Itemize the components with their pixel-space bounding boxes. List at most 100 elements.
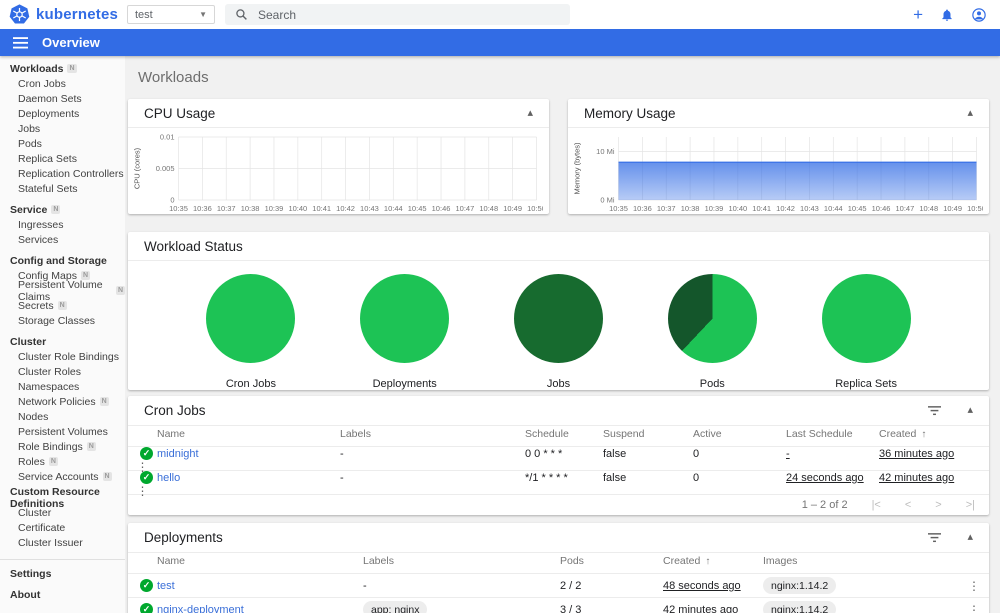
svg-text:10:43: 10:43	[800, 204, 819, 213]
sidebar-item-replication-controllers[interactable]: Replication Controllers	[0, 166, 125, 181]
collapse-caret-icon[interactable]: ▴	[967, 532, 973, 543]
created-link[interactable]: 36 minutes ago	[879, 448, 954, 460]
create-resource-button[interactable]: +	[913, 6, 923, 23]
sidebar-group-header-service[interactable]: Service N	[0, 202, 125, 217]
sidebar-item-daemon-sets[interactable]: Daemon Sets	[0, 91, 125, 106]
memory-usage-card: Memory Usage ▴ 10:35 10:36 10:37 10:38 10:39…	[568, 99, 989, 214]
sidebar-item-cluster-role-bindings[interactable]: Cluster Role Bindings	[0, 349, 125, 364]
filter-icon[interactable]	[928, 532, 942, 543]
sidebar-item-settings[interactable]: Settings	[0, 566, 125, 581]
sidebar-item-persistent-volumes[interactable]: Persistent Volumes	[0, 424, 125, 439]
pagination-range-label: 1 – 2 of 2	[801, 499, 848, 511]
primary-nav-bar: Overview	[0, 29, 1000, 56]
created-link[interactable]: 48 seconds ago	[663, 580, 741, 592]
svg-text:10:44: 10:44	[384, 204, 403, 213]
sidebar-item-jobs[interactable]: Jobs	[0, 121, 125, 136]
last-page-icon[interactable]: >|	[966, 499, 975, 511]
workload-pie-cron-jobs: Cron Jobs	[191, 274, 311, 390]
sidebar-item-ingresses[interactable]: Ingresses	[0, 217, 125, 232]
header-cell-labels[interactable]: Labels	[363, 555, 560, 567]
deployments-table: Name Labels Pods Created ↑ Images ✓ test - 2 / 2 4…	[128, 552, 989, 613]
collapse-caret-icon[interactable]: ▴	[967, 107, 973, 119]
header-cell-images[interactable]: Images	[763, 555, 959, 567]
sidebar-item-role-bindings[interactable]: Role Bindings N	[0, 439, 125, 454]
svg-text:10:37: 10:37	[217, 204, 236, 213]
row-menu-kebab-icon[interactable]: ⋮	[959, 603, 989, 613]
header-cell-created[interactable]: Created ↑	[663, 555, 763, 567]
sidebar-group-header-workloads[interactable]: Workloads N	[0, 61, 125, 76]
svg-text:10:48: 10:48	[919, 204, 938, 213]
sidebar-item-deployments[interactable]: Deployments	[0, 106, 125, 121]
sidebar-item-label: Cluster Role Bindings	[18, 350, 119, 363]
sidebar-group-header-config-and-storage[interactable]: Config and Storage	[0, 253, 125, 268]
collapse-caret-icon[interactable]: ▴	[527, 107, 533, 119]
sidebar-group-header-custom-resource-definitions[interactable]: Custom Resource Definitions	[0, 486, 125, 510]
header-cell-created[interactable]: Created ↑	[879, 428, 959, 440]
sidebar-group-header-cluster[interactable]: Cluster	[0, 334, 125, 349]
namespaced-badge: N	[67, 64, 77, 73]
created-cell: 48 seconds ago	[663, 580, 763, 592]
sidebar-item-services[interactable]: Services	[0, 232, 125, 247]
header-cell-suspend[interactable]: Suspend	[603, 428, 693, 440]
header-cell-pods[interactable]: Pods	[560, 555, 663, 567]
svg-text:0: 0	[170, 196, 174, 205]
cronjob-name-link[interactable]: midnight	[157, 448, 340, 460]
search-input[interactable]	[258, 7, 518, 22]
sidebar-item-stateful-sets[interactable]: Stateful Sets	[0, 181, 125, 196]
sidebar-item-namespaces[interactable]: Namespaces	[0, 379, 125, 394]
sidebar-item-cron-jobs[interactable]: Cron Jobs	[0, 76, 125, 91]
filter-icon[interactable]	[928, 405, 942, 416]
namespace-selector[interactable]: test ▼	[127, 5, 215, 24]
kubernetes-logo[interactable]: kubernetes	[9, 4, 121, 25]
created-link[interactable]: 42 minutes ago	[663, 604, 738, 613]
cronjob-name-link[interactable]: hello	[157, 472, 340, 484]
header-cell-name[interactable]: Name	[157, 555, 363, 567]
sidebar-item-roles[interactable]: Roles N	[0, 454, 125, 469]
next-page-icon[interactable]: >	[935, 499, 941, 511]
created-link[interactable]: 42 minutes ago	[879, 472, 954, 484]
sidebar-item-cluster-roles[interactable]: Cluster Roles	[0, 364, 125, 379]
pie-chart[interactable]	[206, 274, 296, 363]
sidebar-item-network-policies[interactable]: Network Policies N	[0, 394, 125, 409]
header-cell-last-schedule[interactable]: Last Schedule	[786, 428, 879, 440]
header-cell-active[interactable]: Active	[693, 428, 786, 440]
sidebar-item-service-accounts[interactable]: Service Accounts N	[0, 469, 125, 484]
sidebar-item-about[interactable]: About	[0, 587, 125, 602]
row-menu-kebab-icon[interactable]: ⋮	[128, 484, 157, 498]
last-schedule-link[interactable]: -	[786, 448, 790, 460]
workload-pie-jobs: Jobs	[498, 274, 618, 390]
pie-chart[interactable]	[513, 274, 603, 363]
column-label: Images	[763, 555, 798, 567]
notifications-bell-icon[interactable]	[940, 8, 954, 22]
last-schedule-cell: -	[786, 448, 879, 460]
collapse-caret-icon[interactable]: ▴	[967, 405, 973, 416]
sidebar-item-replica-sets[interactable]: Replica Sets	[0, 151, 125, 166]
row-menu-kebab-icon[interactable]: ⋮	[959, 579, 989, 593]
deployment-name-link[interactable]: nginx-deployment	[157, 604, 363, 613]
deployment-name-link[interactable]: test	[157, 580, 363, 592]
sidebar-item-nodes[interactable]: Nodes	[0, 409, 125, 424]
sidebar-item-cluster-issuer[interactable]: Cluster Issuer	[0, 535, 125, 550]
sidebar-item-persistent-volume-claims[interactable]: Persistent Volume Claims N	[0, 279, 125, 303]
sidebar-item-storage-classes[interactable]: Storage Classes	[0, 313, 125, 328]
user-account-icon[interactable]	[971, 7, 987, 23]
last-schedule-link[interactable]: 24 seconds ago	[786, 472, 864, 484]
search-bar[interactable]	[225, 4, 570, 25]
first-page-icon[interactable]: |<	[872, 499, 881, 511]
header-cell-labels[interactable]: Labels	[340, 428, 525, 440]
sidebar-item-label: Network Policies	[18, 395, 96, 408]
table-header-row: Name Labels Pods Created ↑ Images	[128, 552, 989, 574]
header-cell-name[interactable]: Name	[157, 428, 340, 440]
sidebar-item-pods[interactable]: Pods	[0, 136, 125, 151]
header-cell-schedule[interactable]: Schedule	[525, 428, 603, 440]
svg-text:10:46: 10:46	[872, 204, 891, 213]
svg-text:10:42: 10:42	[776, 204, 795, 213]
pie-chart[interactable]	[667, 274, 757, 363]
sidebar-item-certificate[interactable]: Certificate	[0, 520, 125, 535]
previous-page-icon[interactable]: <	[905, 499, 911, 511]
hamburger-menu-icon[interactable]	[13, 36, 28, 49]
pie-chart[interactable]	[360, 274, 450, 363]
sidebar-nav: Workloads N Cron Jobs Daemon Sets Deployment…	[0, 56, 125, 613]
sidebar-item-label: Deployments	[18, 107, 80, 120]
pie-chart[interactable]	[821, 274, 911, 363]
